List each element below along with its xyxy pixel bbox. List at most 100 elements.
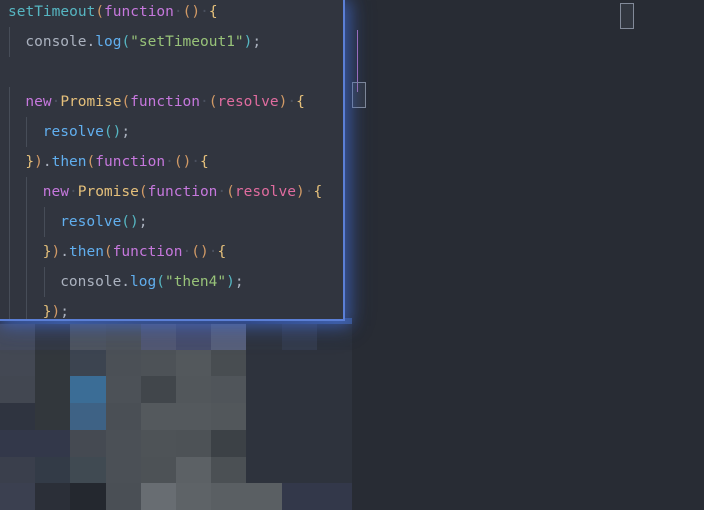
mosaic-tile bbox=[0, 456, 36, 484]
mosaic-tile bbox=[211, 403, 247, 430]
code-token: ( bbox=[138, 184, 148, 200]
code-token: ( bbox=[121, 34, 131, 50]
mosaic-tile bbox=[176, 349, 212, 377]
code-token: · bbox=[182, 244, 192, 260]
matching-brace-open-highlight bbox=[620, 3, 634, 29]
mosaic-tile bbox=[176, 376, 212, 404]
code-token: ) bbox=[130, 214, 139, 230]
code-token: ( bbox=[226, 184, 235, 200]
mosaic-tile bbox=[140, 349, 176, 377]
mosaic-tile bbox=[140, 483, 176, 510]
mosaic-tile bbox=[0, 483, 36, 510]
code-token: ( bbox=[121, 94, 131, 110]
code-token: · bbox=[200, 4, 209, 20]
pixelated-mosaic-overlay bbox=[0, 323, 352, 510]
overlay-code-line: console.log("then4"); bbox=[60, 267, 243, 297]
code-token: ( bbox=[121, 214, 131, 230]
mosaic-tile bbox=[105, 349, 141, 377]
mosaic-tile bbox=[70, 323, 106, 350]
indent-guide bbox=[9, 87, 10, 319]
code-token: Promise bbox=[77, 184, 139, 200]
mosaic-tile bbox=[316, 483, 352, 510]
mosaic-tile bbox=[0, 376, 36, 404]
mosaic-tile bbox=[35, 483, 71, 510]
code-token: · bbox=[217, 184, 227, 200]
code-token: · bbox=[173, 4, 183, 20]
mosaic-tile bbox=[105, 403, 141, 430]
mosaic-tile bbox=[70, 429, 106, 457]
mosaic-tile bbox=[35, 376, 71, 404]
code-token: ; bbox=[252, 34, 262, 50]
mosaic-tile bbox=[281, 403, 317, 430]
code-token: function bbox=[104, 4, 174, 20]
mosaic-tile bbox=[281, 429, 317, 457]
code-token: ) bbox=[226, 274, 235, 290]
code-token: ( bbox=[156, 274, 165, 290]
mosaic-tile bbox=[70, 403, 106, 430]
mosaic-tile bbox=[70, 456, 106, 484]
mosaic-tile bbox=[211, 323, 247, 350]
mosaic-tile bbox=[140, 429, 176, 457]
code-token: then bbox=[69, 244, 104, 260]
code-token: function bbox=[95, 154, 166, 170]
code-token: { bbox=[208, 4, 218, 20]
code-token: console bbox=[25, 34, 87, 50]
mosaic-tile bbox=[246, 429, 282, 457]
code-token: ; bbox=[121, 124, 131, 140]
code-token: · bbox=[200, 94, 209, 110]
code-token: · bbox=[287, 94, 297, 110]
code-token: { bbox=[217, 244, 227, 260]
mosaic-tile bbox=[211, 429, 247, 457]
mosaic-tile bbox=[246, 323, 282, 350]
code-token: ( bbox=[173, 154, 183, 170]
code-token: { bbox=[296, 94, 305, 110]
mosaic-tile bbox=[105, 483, 141, 510]
code-token: log bbox=[95, 34, 122, 50]
mosaic-tile bbox=[316, 376, 352, 404]
indent-guide bbox=[43, 207, 45, 237]
code-token: . bbox=[42, 154, 52, 170]
overlay-code-line: }); bbox=[42, 297, 69, 320]
indent-guide bbox=[26, 177, 28, 319]
mosaic-tile bbox=[105, 456, 141, 484]
code-token: "setTimeout1" bbox=[130, 34, 244, 50]
code-token: setTimeout bbox=[8, 4, 96, 20]
mosaic-tile bbox=[176, 323, 212, 350]
mosaic-tile bbox=[70, 376, 106, 404]
indent-guide bbox=[26, 117, 28, 147]
mosaic-tile bbox=[211, 456, 247, 484]
code-token: ( bbox=[103, 124, 113, 140]
mosaic-tile bbox=[316, 456, 352, 484]
mosaic-tile bbox=[316, 403, 352, 430]
floating-code-peek-panel[interactable]: setTimeout(function·()·{console.log("set… bbox=[0, 0, 345, 321]
code-token: function bbox=[147, 184, 218, 200]
code-token: . bbox=[121, 274, 131, 290]
code-token: · bbox=[165, 154, 174, 170]
mosaic-tile bbox=[281, 349, 317, 377]
mosaic-tile bbox=[0, 323, 36, 350]
mosaic-tile bbox=[316, 349, 352, 377]
code-token: } bbox=[42, 304, 52, 320]
mosaic-tile bbox=[105, 429, 141, 457]
mosaic-tile bbox=[246, 376, 282, 404]
mosaic-tile bbox=[246, 403, 282, 430]
code-token: new bbox=[42, 184, 69, 200]
mosaic-tile bbox=[246, 483, 282, 510]
code-token: function bbox=[112, 244, 183, 260]
code-token: ( bbox=[95, 4, 105, 20]
overlay-code-area[interactable]: setTimeout(function·()·{console.log("set… bbox=[0, 0, 343, 319]
mosaic-tile bbox=[246, 456, 282, 484]
code-token: ) bbox=[51, 244, 61, 260]
overlay-code-line: }).then(function·()·{ bbox=[25, 147, 208, 177]
indent-guide bbox=[43, 267, 45, 297]
mosaic-tile bbox=[281, 483, 317, 510]
mosaic-tile bbox=[0, 429, 36, 457]
mosaic-tile bbox=[35, 456, 71, 484]
mosaic-tile bbox=[35, 403, 71, 430]
mosaic-tile bbox=[281, 376, 317, 404]
mosaic-tile bbox=[105, 323, 141, 350]
code-token: ) bbox=[34, 154, 43, 170]
mosaic-tile bbox=[0, 403, 36, 430]
code-token: ( bbox=[191, 244, 200, 260]
mosaic-tile bbox=[0, 349, 36, 377]
